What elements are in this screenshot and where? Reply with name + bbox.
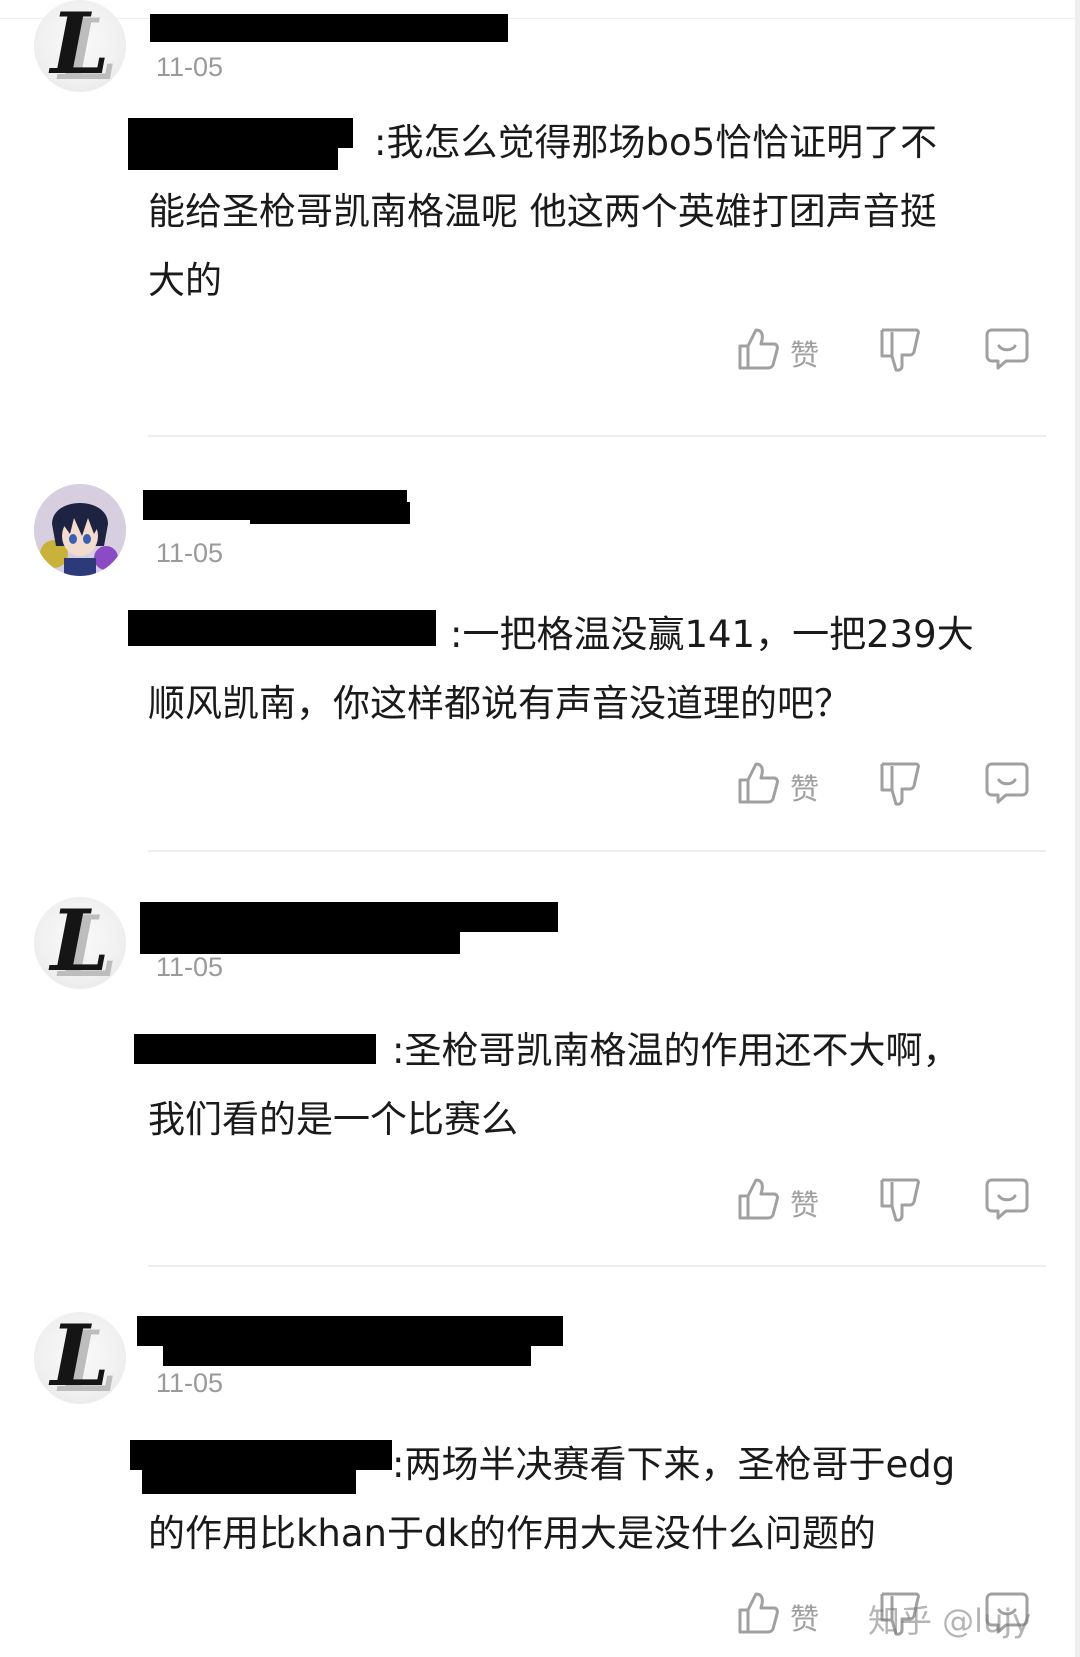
thumbs-down-icon (880, 1178, 920, 1222)
comment-divider (148, 1265, 1046, 1267)
comment-date: 11-05 (156, 1368, 224, 1398)
dislike-button[interactable] (878, 326, 922, 378)
dislike-button[interactable] (878, 760, 922, 812)
zhihu-watermark: 知乎 @lujy (868, 1602, 1032, 1640)
like-label: 赞 (790, 1602, 820, 1636)
reply-button[interactable] (984, 1176, 1030, 1226)
avatar[interactable] (34, 484, 126, 576)
comment-line: :一把格温没赢141，一把239大 (450, 613, 974, 656)
redacted-username (250, 502, 410, 524)
like-label: 赞 (790, 1188, 820, 1222)
comment-bubble-icon (985, 762, 1029, 804)
redacted-username (140, 928, 460, 954)
thumbs-down-icon (880, 762, 920, 806)
scroll-edge (1075, 0, 1080, 1657)
comment-line: 大的 (148, 259, 222, 302)
thumbs-up-icon (738, 762, 779, 804)
like-label: 赞 (790, 772, 820, 806)
comment-actions: 赞 (0, 1170, 1080, 1230)
avatar-logo: L (50, 897, 110, 989)
anime-character-avatar-icon (34, 484, 126, 576)
avatar[interactable]: L L (34, 1312, 126, 1404)
comment-line: 的作用比khan于dk的作用大是没什么问题的 (148, 1512, 876, 1555)
comment-bubble-icon (985, 328, 1029, 370)
thumbs-up-icon (738, 1178, 779, 1220)
comment-bubble-icon (985, 1178, 1029, 1220)
thumbs-up-icon (738, 328, 779, 370)
avatar-logo: L (50, 1312, 110, 1404)
comment-date: 11-05 (156, 52, 224, 82)
avatar[interactable]: L L (34, 897, 126, 989)
comment-divider (148, 435, 1046, 437)
comment-text: :一把格温没赢141，一把239大 顺风凯南，你这样都说有声音没道理的吧？ (148, 600, 1048, 738)
redacted-username (163, 1340, 531, 1366)
comment-line: 顺风凯南，你这样都说有声音没道理的吧？ (148, 682, 851, 725)
comment-line: 能给圣枪哥凯南格温呢 他这两个英雄打团声音挺 (148, 190, 937, 233)
comment-date: 11-05 (156, 538, 224, 568)
comment-divider (148, 850, 1046, 852)
comment-actions: 赞 (0, 320, 1080, 380)
comment-line: :我怎么觉得那场bo5恰恰证明了不 (374, 121, 938, 164)
comment-text: :两场半决赛看下来，圣枪哥于edg 的作用比khan于dk的作用大是没什么问题的 (148, 1430, 1048, 1568)
avatar-logo: L (50, 0, 110, 92)
redacted-username (150, 14, 508, 42)
comment-line: 我们看的是一个比赛么 (148, 1098, 518, 1141)
thumbs-down-icon (880, 328, 920, 372)
reply-button[interactable] (984, 760, 1030, 810)
comment-date: 11-05 (156, 952, 224, 982)
comment-text: :我怎么觉得那场bo5恰恰证明了不 能给圣枪哥凯南格温呢 他这两个英雄打团声音挺… (148, 108, 1048, 315)
comment-line: :两场半决赛看下来，圣枪哥于edg (392, 1443, 956, 1486)
reply-button[interactable] (984, 326, 1030, 376)
avatar[interactable]: L L (34, 0, 126, 92)
dislike-button[interactable] (878, 1176, 922, 1228)
comment-text: :圣枪哥凯南格温的作用还不大啊， 我们看的是一个比赛么 (148, 1016, 1048, 1154)
comment-actions: 赞 (0, 754, 1080, 814)
comment-line: :圣枪哥凯南格温的作用还不大啊， (392, 1029, 960, 1072)
like-label: 赞 (790, 338, 820, 372)
thumbs-up-icon (738, 1592, 779, 1634)
